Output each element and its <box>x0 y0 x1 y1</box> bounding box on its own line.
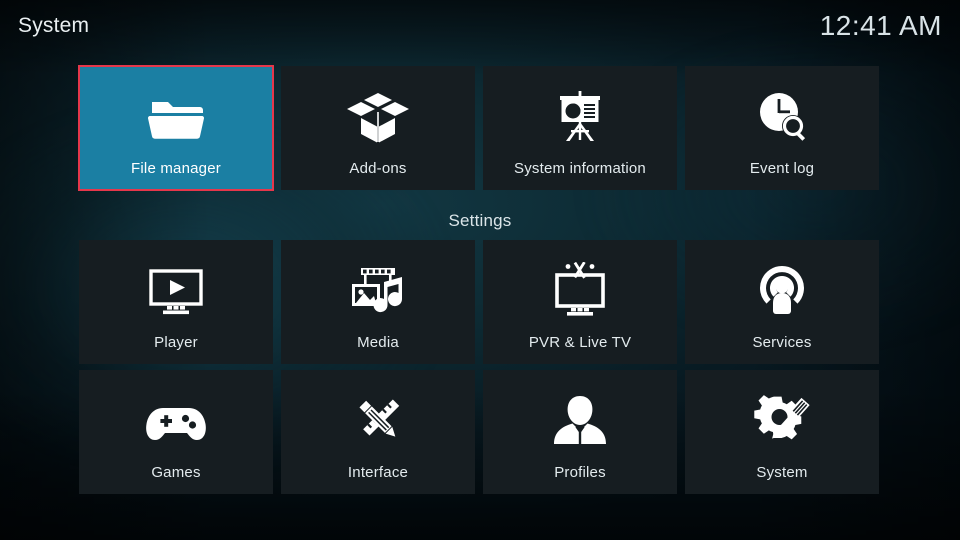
tile-add-ons[interactable]: Add-ons <box>281 66 475 190</box>
monitor-play-icon <box>79 260 273 322</box>
settings-grid-row-2: Games Interface Profiles System <box>79 370 880 494</box>
media-library-icon <box>281 260 475 322</box>
tile-label: System <box>756 464 808 481</box>
tile-pvr-live-tv[interactable]: PVR & Live TV <box>483 240 677 364</box>
tile-event-log[interactable]: Event log <box>685 66 879 190</box>
tile-system-information[interactable]: System information <box>483 66 677 190</box>
settings-grid-row-1: Player Media PVR & Live TV Services <box>79 240 880 364</box>
tile-interface[interactable]: Interface <box>281 370 475 494</box>
tile-services[interactable]: Services <box>685 240 879 364</box>
gear-wrench-icon <box>685 390 879 452</box>
tile-media[interactable]: Media <box>281 240 475 364</box>
tile-file-manager[interactable]: File manager <box>78 65 274 191</box>
tile-label: Media <box>357 334 399 351</box>
person-bust-icon <box>483 390 677 452</box>
tile-player[interactable]: Player <box>79 240 273 364</box>
presentation-board-icon <box>483 86 677 148</box>
tile-label: System information <box>514 160 646 177</box>
pencil-ruler-icon <box>281 390 475 452</box>
clock-search-icon <box>685 86 879 148</box>
tile-label: Interface <box>347 464 409 481</box>
page-title: System <box>18 14 90 37</box>
tile-profiles[interactable]: Profiles <box>483 370 677 494</box>
tile-label: File manager <box>131 160 221 177</box>
tile-label: Event log <box>749 160 815 177</box>
open-box-icon <box>281 86 475 148</box>
broadcast-user-icon <box>685 260 879 322</box>
folder-icon <box>79 86 273 148</box>
gamepad-icon <box>79 390 273 452</box>
tile-label: Profiles <box>554 464 606 481</box>
tile-system[interactable]: System <box>685 370 879 494</box>
tile-label: Services <box>752 334 812 351</box>
tile-label: Player <box>154 334 198 351</box>
tile-label: PVR & Live TV <box>528 334 632 351</box>
tile-label: Games <box>151 464 201 481</box>
tv-antenna-icon <box>483 260 677 322</box>
settings-section-heading: Settings <box>448 211 512 230</box>
top-menu-grid: File manager Add-ons System information Eve… <box>78 65 880 191</box>
clock: 12:41 AM <box>819 10 942 41</box>
tile-games[interactable]: Games <box>79 370 273 494</box>
tile-label: Add-ons <box>349 160 407 177</box>
header-bar: System 12:41 AM <box>0 0 960 52</box>
